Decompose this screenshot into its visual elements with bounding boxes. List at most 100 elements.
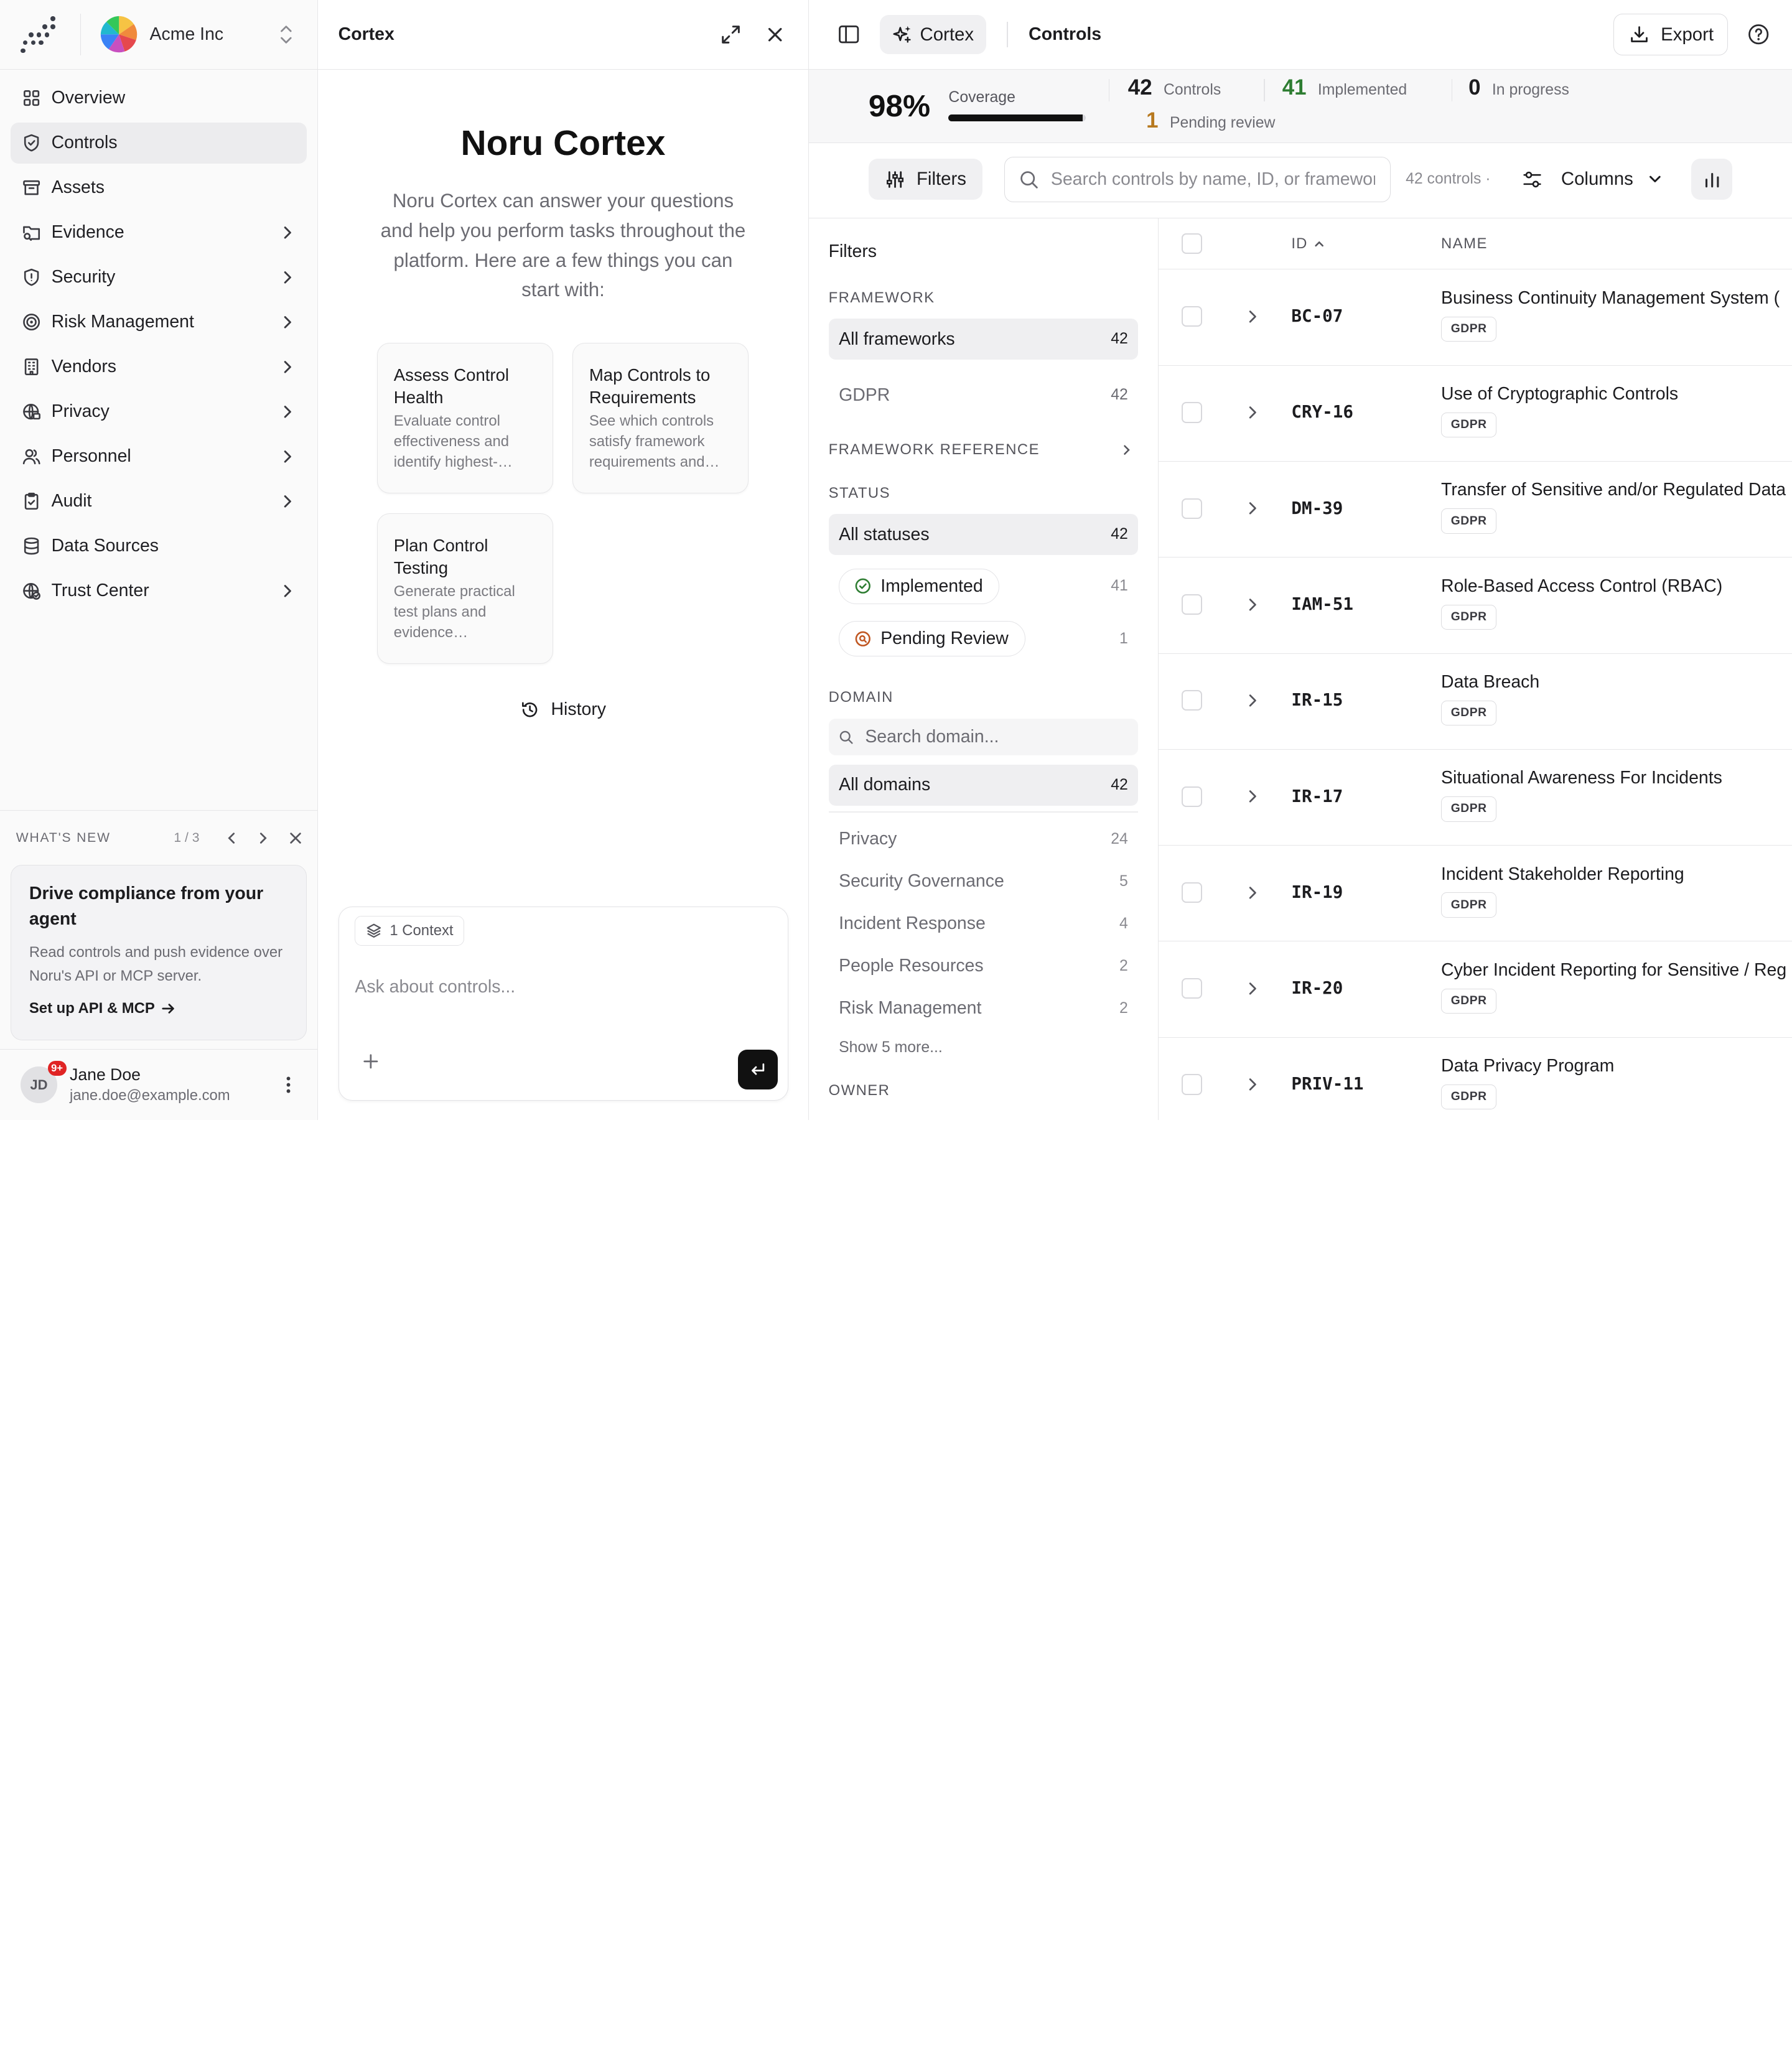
control-name[interactable]: Data Privacy Program xyxy=(1441,1056,1614,1076)
chevron-right-icon[interactable] xyxy=(1244,885,1261,901)
control-id[interactable]: IR-15 xyxy=(1291,690,1343,710)
chevron-left-icon[interactable] xyxy=(220,827,243,850)
control-id[interactable]: CRY-16 xyxy=(1291,402,1353,422)
expand-icon[interactable] xyxy=(718,22,743,47)
plus-icon[interactable] xyxy=(363,1053,379,1070)
help-icon[interactable] xyxy=(1746,22,1771,47)
row-checkbox[interactable] xyxy=(1182,978,1203,999)
table-row[interactable]: CRY-16 Use of Cryptographic Controls GDPR xyxy=(1159,366,1792,462)
table-row[interactable]: PRIV-11 Data Privacy Program GDPR xyxy=(1159,1038,1792,1120)
table-row[interactable]: BC-07 Business Continuity Management Syst… xyxy=(1159,269,1792,366)
framework-reference-toggle[interactable]: FRAMEWORK REFERENCE xyxy=(829,441,1139,459)
filter-domain-option[interactable]: Security Governance 5 xyxy=(829,861,1139,903)
control-id[interactable]: IR-17 xyxy=(1291,786,1343,806)
org-name[interactable]: Acme Inc xyxy=(150,24,279,45)
row-checkbox[interactable] xyxy=(1182,1074,1203,1095)
filter-framework-option[interactable]: All frameworks 42 xyxy=(828,319,1139,360)
control-id[interactable]: IR-20 xyxy=(1291,978,1343,998)
control-id[interactable]: IAM-51 xyxy=(1291,594,1353,614)
filter-status-option[interactable]: Implemented 41 xyxy=(829,560,1139,612)
filter-domain-option[interactable]: Incident Response 4 xyxy=(829,903,1139,945)
control-id[interactable]: IR-19 xyxy=(1291,882,1343,902)
chevron-right-icon[interactable] xyxy=(1244,309,1261,325)
avatar[interactable]: JD 9+ xyxy=(21,1060,67,1103)
chevron-right-icon[interactable] xyxy=(1244,500,1261,516)
row-checkbox[interactable] xyxy=(1182,594,1203,615)
more-vertical-icon[interactable] xyxy=(278,1075,299,1095)
row-checkbox[interactable] xyxy=(1182,498,1203,519)
filter-all-domains[interactable]: All domains 42 xyxy=(828,764,1139,806)
sidebar-item-security[interactable]: Security xyxy=(11,257,307,298)
control-id[interactable]: PRIV-11 xyxy=(1291,1074,1363,1094)
control-name[interactable]: Situational Awareness For Incidents xyxy=(1441,768,1722,788)
close-icon[interactable] xyxy=(284,827,307,850)
control-name[interactable]: Use of Cryptographic Controls xyxy=(1441,384,1678,404)
control-name[interactable]: Transfer of Sensitive and/or Regulated D… xyxy=(1441,480,1786,500)
control-name[interactable]: Incident Stakeholder Reporting xyxy=(1441,864,1684,885)
sidebar-item-trust-center[interactable]: Trust Center xyxy=(11,571,307,612)
sidebar-item-assets[interactable]: Assets xyxy=(11,167,307,208)
chevron-right-icon[interactable] xyxy=(1244,1076,1261,1093)
filter-domain-option[interactable]: Privacy 24 xyxy=(829,818,1139,861)
suggestion-card[interactable]: Map Controls to Requirements See which co… xyxy=(572,343,749,494)
row-checkbox[interactable] xyxy=(1182,786,1203,807)
table-row[interactable]: DM-39 Transfer of Sensitive and/or Regula… xyxy=(1159,462,1792,558)
chevron-right-icon[interactable] xyxy=(1244,693,1261,709)
row-checkbox[interactable] xyxy=(1182,882,1203,903)
table-row[interactable]: IR-15 Data Breach GDPR xyxy=(1159,654,1792,750)
column-header-name[interactable]: NAME xyxy=(1441,235,1488,253)
chevron-right-icon[interactable] xyxy=(1244,981,1261,997)
chevron-right-icon[interactable] xyxy=(1244,404,1261,421)
suggestion-card[interactable]: Assess Control Health Evaluate control ef… xyxy=(377,343,553,494)
control-id[interactable]: BC-07 xyxy=(1291,306,1343,326)
sidebar-item-evidence[interactable]: Evidence xyxy=(11,212,307,253)
chevron-right-icon[interactable] xyxy=(1244,788,1261,805)
row-checkbox[interactable] xyxy=(1182,690,1203,711)
sidebar-item-vendors[interactable]: Vendors xyxy=(11,347,307,388)
table-row[interactable]: IR-19 Incident Stakeholder Reporting GDPR xyxy=(1159,846,1792,942)
row-checkbox[interactable] xyxy=(1182,402,1203,423)
suggestion-card[interactable]: Plan Control Testing Generate practical t… xyxy=(377,513,553,665)
row-checkbox[interactable] xyxy=(1182,306,1203,327)
user-menu[interactable]: JD 9+ Jane Doe jane.doe@example.com xyxy=(0,1049,317,1120)
sidebar-item-privacy[interactable]: Privacy xyxy=(11,391,307,432)
table-row[interactable]: IR-20 Cyber Incident Reporting for Sensit… xyxy=(1159,941,1792,1038)
sidebar-item-data-sources[interactable]: Data Sources xyxy=(11,526,307,567)
chart-toggle-button[interactable] xyxy=(1691,159,1733,200)
history-button[interactable]: History xyxy=(318,699,809,720)
sidebar-item-overview[interactable]: Overview xyxy=(11,78,307,119)
chat-input[interactable]: Ask about controls... xyxy=(355,977,515,997)
domain-search[interactable]: Search domain... xyxy=(828,719,1139,755)
sidebar-item-controls[interactable]: Controls xyxy=(10,122,307,164)
export-button[interactable]: Export xyxy=(1613,14,1729,55)
control-name[interactable]: Cyber Incident Reporting for Sensitive /… xyxy=(1441,960,1786,981)
select-all-checkbox[interactable] xyxy=(1182,233,1203,254)
table-row[interactable]: IR-17 Situational Awareness For Incidents… xyxy=(1159,750,1792,846)
filter-framework-option[interactable]: GDPR 42 xyxy=(829,375,1139,416)
context-chip[interactable]: 1 Context xyxy=(355,916,465,946)
chevron-right-icon[interactable] xyxy=(252,827,275,850)
sidebar-toggle-icon[interactable] xyxy=(836,22,861,47)
sidebar-item-audit[interactable]: Audit xyxy=(11,481,307,522)
chevron-up-down-icon[interactable] xyxy=(278,24,294,45)
column-header-id[interactable]: ID xyxy=(1291,235,1325,253)
noru-logo-icon[interactable] xyxy=(21,16,59,54)
chevron-right-icon[interactable] xyxy=(1244,597,1261,613)
send-button[interactable] xyxy=(737,1050,778,1090)
filter-status-option[interactable]: Pending Review 1 xyxy=(829,612,1139,665)
close-icon[interactable] xyxy=(763,22,788,47)
show-more-domains[interactable]: Show 5 more... xyxy=(829,1030,1159,1066)
columns-button[interactable]: Columns xyxy=(1522,159,1663,200)
search-input[interactable] xyxy=(1050,169,1376,190)
setup-api-link[interactable]: Set up API & MCP xyxy=(29,1000,288,1017)
control-name[interactable]: Business Continuity Management System ( xyxy=(1441,288,1780,309)
control-name[interactable]: Data Breach xyxy=(1441,672,1539,693)
filter-all-statuses[interactable]: All statuses 42 xyxy=(828,514,1139,556)
filters-button[interactable]: Filters xyxy=(868,159,982,200)
control-id[interactable]: DM-39 xyxy=(1291,498,1343,518)
table-row[interactable]: IAM-51 Role-Based Access Control (RBAC) GD… xyxy=(1159,557,1792,654)
cortex-toggle-button[interactable]: Cortex xyxy=(880,15,987,54)
filter-domain-option[interactable]: People Resources 2 xyxy=(829,945,1139,987)
control-name[interactable]: Role-Based Access Control (RBAC) xyxy=(1441,576,1722,597)
filter-domain-option[interactable]: Risk Management 2 xyxy=(829,987,1139,1030)
